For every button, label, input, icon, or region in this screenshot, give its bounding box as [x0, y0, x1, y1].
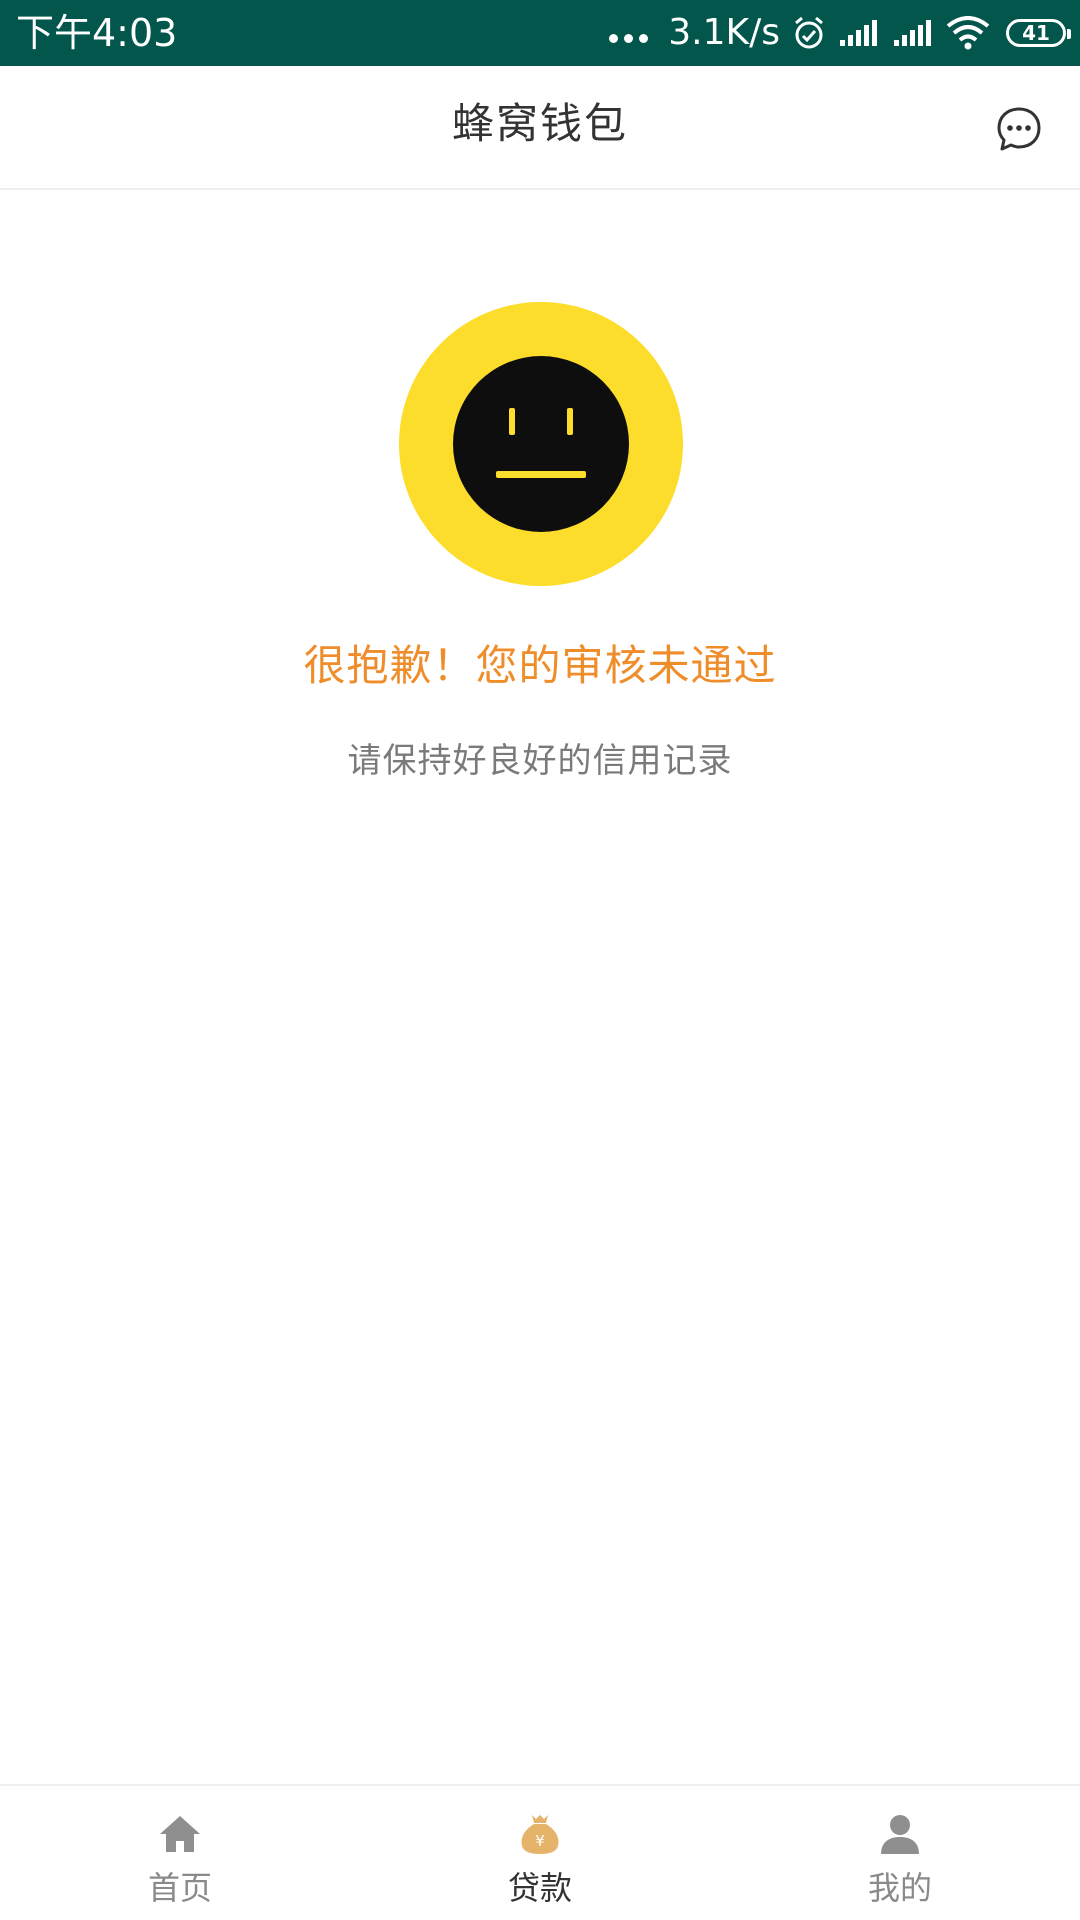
more-dots-icon — [609, 33, 649, 43]
result-title: 很抱歉！您的审核未通过 — [303, 641, 777, 690]
alarm-icon — [795, 16, 823, 49]
neutral-face-icon — [399, 302, 683, 586]
battery-icon: 41 — [1006, 19, 1071, 47]
status-icons: 3.1K/s 41 — [609, 0, 1071, 66]
nav-label-home: 首页 — [147, 1869, 212, 1907]
bottom-nav: 首页 ¥ 贷款 我的 — [0, 1784, 1080, 1920]
nav-label-loan: 贷款 — [507, 1869, 572, 1907]
nav-item-home[interactable]: 首页 — [0, 1786, 360, 1920]
home-icon — [160, 1816, 200, 1852]
nav-label-mine: 我的 — [867, 1869, 932, 1907]
status-bar: 下午4:03 3.1K/s 41 — [0, 0, 1080, 66]
status-time: 下午4:03 — [16, 11, 178, 55]
user-icon — [881, 1815, 919, 1854]
app-header: 蜂窝钱包 — [0, 66, 1080, 190]
wifi-icon — [946, 16, 990, 50]
chat-bubble-icon[interactable] — [996, 106, 1042, 152]
svg-text:¥: ¥ — [535, 1832, 545, 1850]
nav-item-loan[interactable]: ¥ 贷款 — [360, 1786, 720, 1920]
result-subtitle: 请保持好良好的信用记录 — [347, 741, 733, 781]
nav-item-mine[interactable]: 我的 — [720, 1786, 1080, 1920]
signal-icon — [840, 20, 877, 46]
signal-icon — [894, 20, 931, 46]
page-title: 蜂窝钱包 — [451, 99, 628, 148]
screen: 下午4:03 3.1K/s 41 蜂窝钱包 很抱歉！您的审核未通过 请保持好良好… — [0, 0, 1080, 1920]
net-speed: 3.1K/s — [668, 12, 780, 53]
money-bag-icon: ¥ — [521, 1815, 559, 1854]
battery-level: 41 — [1022, 21, 1050, 45]
